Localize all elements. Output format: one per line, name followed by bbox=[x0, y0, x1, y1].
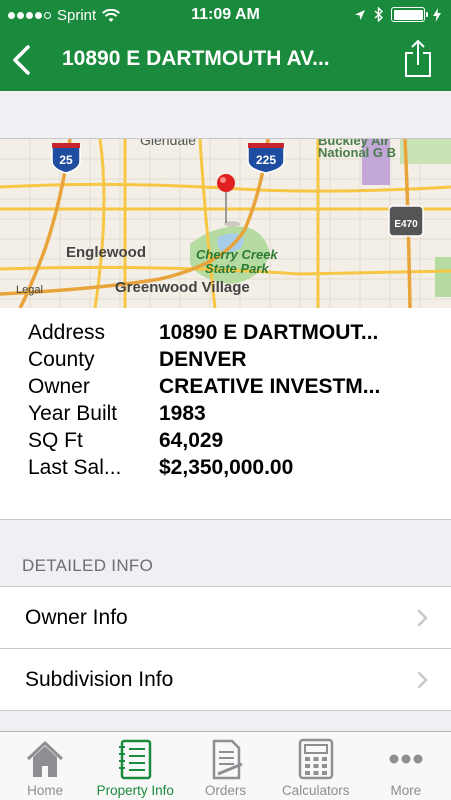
tab-label: Orders bbox=[204, 783, 247, 798]
bluetooth-icon bbox=[374, 7, 383, 22]
chevron-left-icon bbox=[13, 45, 30, 75]
app-header: Sprint 11:09 AM 10890 E DARTMOUTH AV... bbox=[0, 0, 451, 91]
home-icon bbox=[27, 741, 64, 777]
battery-icon bbox=[391, 7, 428, 22]
section-header-detailed-info: DETAILED INFO bbox=[22, 556, 154, 575]
tab-label: Home bbox=[27, 783, 64, 798]
tab-more[interactable]: More bbox=[361, 732, 451, 800]
tab-orders[interactable]: Orders bbox=[180, 732, 270, 800]
list-item-label: Subdivision Info bbox=[25, 667, 174, 691]
chevron-right-icon bbox=[417, 671, 428, 689]
detail-value: $2,350,000.00 bbox=[159, 455, 294, 479]
map-label-cherry-creek: Cherry Creek bbox=[196, 247, 278, 262]
map-label-national-2: National G B bbox=[318, 145, 396, 160]
map-label-glendale: Glendale bbox=[140, 139, 196, 148]
interstate-25-shield: 25 bbox=[51, 143, 81, 174]
tab-label: Calculators bbox=[281, 783, 350, 798]
list-item-subdivision-info[interactable]: Subdivision Info bbox=[0, 649, 451, 711]
map-label-englewood: Englewood bbox=[66, 244, 146, 261]
detail-value: 1983 bbox=[159, 401, 206, 425]
svg-text:225: 225 bbox=[256, 153, 276, 167]
header-spacer bbox=[0, 91, 451, 139]
detail-label: Last Sal... bbox=[28, 455, 122, 479]
notebook-icon bbox=[119, 739, 152, 780]
location-arrow-icon bbox=[355, 9, 365, 20]
detail-row-year-built: Year Built 1983 bbox=[28, 400, 428, 427]
document-icon bbox=[212, 739, 243, 780]
map-canvas: 25 225 E470 Glendale Buckley Air Nationa… bbox=[0, 139, 451, 308]
tab-bar: Home Property Info Orders Calculators Mo… bbox=[0, 731, 451, 800]
e470-shield: E470 bbox=[388, 205, 424, 237]
detail-label: County bbox=[28, 347, 95, 371]
chevron-right-icon bbox=[417, 609, 428, 627]
tab-label: Property Info bbox=[96, 783, 174, 798]
tab-calculators[interactable]: Calculators bbox=[271, 732, 361, 800]
list-item-label: Owner Info bbox=[25, 605, 128, 629]
detail-row-address: Address 10890 E DARTMOUT... bbox=[28, 319, 428, 346]
detail-row-county: County DENVER bbox=[28, 346, 428, 373]
detail-row-sq-ft: SQ Ft 64,029 bbox=[28, 427, 428, 454]
detail-row-last-sale: Last Sal... $2,350,000.00 bbox=[28, 454, 428, 481]
property-details: Address 10890 E DARTMOUT... County DENVE… bbox=[0, 308, 451, 520]
svg-text:25: 25 bbox=[59, 153, 73, 167]
detail-label: Year Built bbox=[28, 401, 118, 425]
detail-value: 10890 E DARTMOUT... bbox=[159, 320, 379, 344]
tab-home[interactable]: Home bbox=[0, 732, 90, 800]
detailed-info-list: Owner Info Subdivision Info bbox=[0, 586, 451, 711]
share-icon bbox=[405, 39, 431, 77]
detail-label: SQ Ft bbox=[28, 428, 83, 452]
detail-row-owner: Owner CREATIVE INVESTM... bbox=[28, 373, 428, 400]
page-title: 10890 E DARTMOUTH AV... bbox=[62, 47, 330, 70]
back-button[interactable] bbox=[8, 42, 38, 78]
detail-value: 64,029 bbox=[159, 428, 224, 452]
tab-property-info[interactable]: Property Info bbox=[90, 732, 180, 800]
map-label-greenwood: Greenwood Village bbox=[115, 279, 250, 296]
detail-label: Owner bbox=[28, 374, 90, 398]
tab-label: More bbox=[390, 783, 422, 798]
status-bar: Sprint 11:09 AM bbox=[0, 0, 451, 30]
map-label-state-park: State Park bbox=[205, 261, 269, 276]
charging-bolt-icon bbox=[433, 7, 441, 22]
nav-bar: 10890 E DARTMOUTH AV... bbox=[0, 30, 451, 91]
calculator-icon bbox=[298, 738, 333, 780]
detail-value: DENVER bbox=[159, 347, 247, 371]
more-dots-icon bbox=[389, 754, 423, 764]
property-map[interactable]: 25 225 E470 Glendale Buckley Air Nationa… bbox=[0, 139, 451, 308]
detail-label: Address bbox=[28, 320, 106, 344]
share-button[interactable] bbox=[403, 38, 433, 78]
detail-value: CREATIVE INVESTM... bbox=[159, 374, 381, 398]
map-legal-link: Legal bbox=[16, 284, 43, 296]
interstate-225-shield: 225 bbox=[247, 143, 285, 174]
list-item-owner-info[interactable]: Owner Info bbox=[0, 587, 451, 649]
svg-text:E470: E470 bbox=[394, 219, 418, 230]
